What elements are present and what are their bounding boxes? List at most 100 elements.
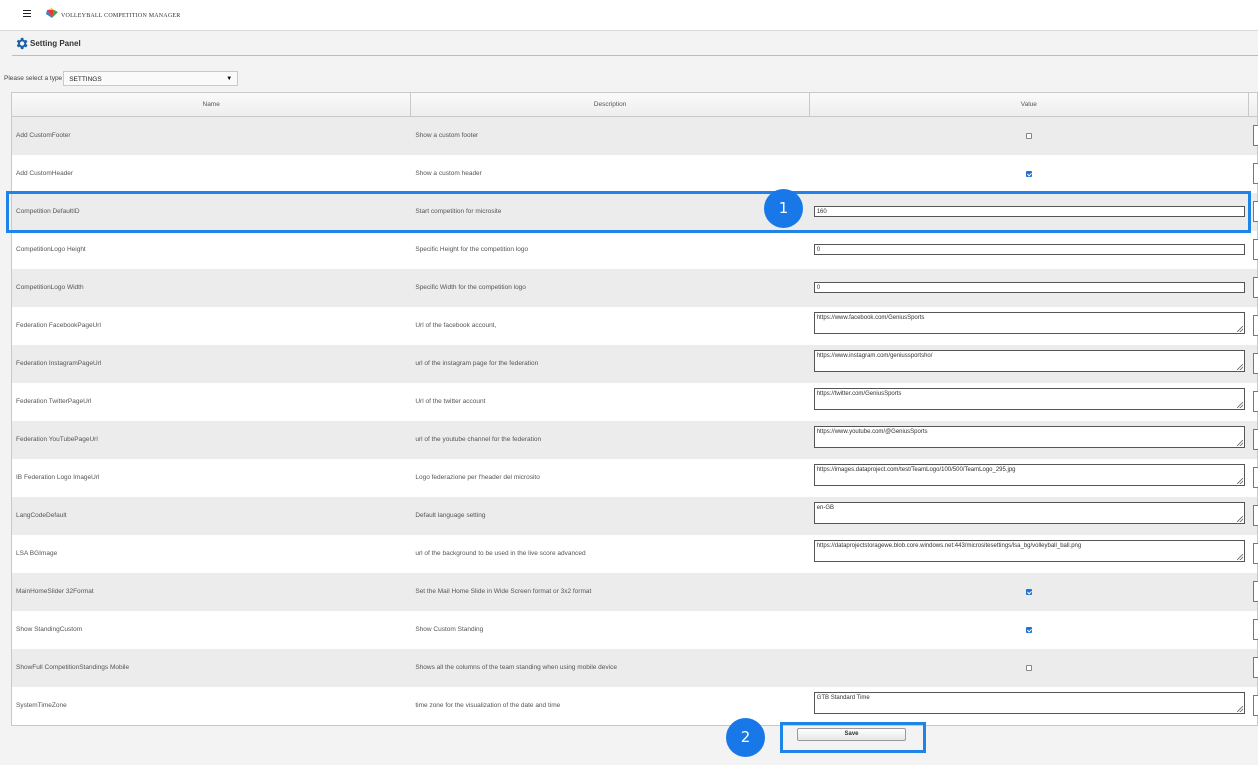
save-button[interactable]: Save — [797, 728, 906, 741]
row-action-button[interactable] — [1253, 429, 1258, 450]
setting-input[interactable]: 0 — [813, 244, 1245, 255]
row-action-button[interactable] — [1253, 315, 1258, 336]
resize-grip-icon[interactable] — [1236, 326, 1243, 332]
setting-name: Federation InstagramPageUrl — [16, 360, 102, 367]
column-header-name[interactable]: Name — [12, 93, 412, 116]
row-action-cell — [1249, 117, 1258, 155]
setting-value-cell: https://images.dataproject.com/test/Team… — [810, 459, 1249, 497]
setting-description: Set the Mail Home Slide in Wide Screen f… — [415, 588, 592, 595]
setting-textarea[interactable]: https://images.dataproject.com/test/Team… — [813, 464, 1245, 486]
table-row: Show StandingCustom Show Custom Standing — [12, 611, 1258, 649]
setting-textarea-value: GTB Standard Time — [816, 695, 870, 701]
setting-checkbox[interactable] — [1025, 627, 1032, 633]
setting-description: Url of the twitter account — [415, 398, 486, 405]
type-selector-row: Please select a type SETTINGS ▼ — [4, 71, 239, 86]
setting-textarea[interactable]: https://www.youtube.com/@GeniusSports — [813, 426, 1245, 448]
setting-textarea[interactable]: https://dataprojectstoragewe.blob.core.w… — [813, 540, 1245, 562]
setting-name: LSA BGImage — [16, 550, 58, 557]
setting-description: Shows all the columns of the team standi… — [415, 664, 617, 671]
setting-value-cell: https://www.facebook.com/GeniusSports — [810, 307, 1249, 345]
setting-textarea[interactable]: https://www.instagram.com/geniussportsho… — [813, 350, 1245, 372]
setting-textarea[interactable]: en-GB — [813, 502, 1245, 524]
setting-name: Add CustomFooter — [16, 132, 71, 139]
row-action-button[interactable] — [1253, 125, 1258, 146]
brand[interactable]: VOLLEYBALL COMPETITION MANAGER — [45, 8, 180, 20]
setting-description: url of the instagram page for the federa… — [415, 360, 539, 367]
row-action-button[interactable] — [1253, 657, 1258, 678]
volleyball-logo-icon — [46, 8, 58, 18]
setting-value-cell — [810, 611, 1249, 649]
hamburger-icon[interactable] — [23, 10, 31, 18]
setting-textarea[interactable]: https://twitter.com/GeniusSports — [813, 388, 1245, 410]
resize-grip-icon[interactable] — [1236, 478, 1243, 484]
setting-name: Federation TwitterPageUrl — [16, 398, 92, 405]
app-title: VOLLEYBALL COMPETITION MANAGER — [61, 13, 181, 19]
row-action-button[interactable] — [1253, 467, 1258, 488]
row-action-button[interactable] — [1253, 201, 1258, 222]
table-row: CompetitionLogo Height Specific Height fo… — [12, 231, 1258, 269]
gear-icon — [16, 37, 28, 50]
setting-name: CompetitionLogo Height — [16, 246, 86, 253]
row-action-button[interactable] — [1253, 391, 1258, 412]
setting-description: Logo federazione per l'header del micros… — [415, 474, 540, 481]
top-bar: VOLLEYBALL COMPETITION MANAGER — [0, 0, 1258, 31]
setting-textarea[interactable]: GTB Standard Time — [813, 692, 1245, 714]
setting-name: LangCodeDefault — [16, 512, 67, 519]
column-header-extra — [1249, 93, 1257, 116]
row-action-cell — [1249, 497, 1258, 535]
divider — [12, 55, 1258, 56]
setting-name: MainHomeSlider 32Format — [16, 588, 94, 595]
setting-input[interactable]: 0 — [813, 282, 1245, 293]
row-action-cell — [1249, 383, 1258, 421]
setting-value-cell: 0 — [810, 269, 1249, 307]
setting-description: url of the background to be used in the … — [415, 550, 586, 557]
row-action-cell — [1249, 573, 1258, 611]
row-action-button[interactable] — [1253, 353, 1258, 374]
row-action-button[interactable] — [1253, 239, 1258, 260]
row-action-cell — [1249, 421, 1258, 459]
setting-description: Show a custom footer — [415, 132, 479, 139]
row-action-cell — [1249, 307, 1258, 345]
setting-description: Show a custom header — [415, 170, 482, 177]
column-header-value[interactable]: Value — [810, 93, 1250, 116]
resize-grip-icon[interactable] — [1236, 554, 1243, 560]
setting-description: Show Custom Standing — [415, 626, 484, 633]
highlight-competition-defaultid — [6, 191, 1251, 233]
resize-grip-icon[interactable] — [1236, 706, 1243, 712]
setting-description: Specific Height for the competition logo — [415, 246, 529, 253]
setting-checkbox[interactable] — [1025, 589, 1032, 595]
callout-badge-1: 1 — [764, 189, 803, 228]
resize-grip-icon[interactable] — [1236, 364, 1243, 370]
setting-checkbox[interactable] — [1025, 133, 1032, 139]
table-row: Federation TwitterPageUrl Url of the twit… — [12, 383, 1258, 421]
setting-textarea-value: https://www.youtube.com/@GeniusSports — [816, 429, 928, 435]
table-row: Federation InstagramPageUrl url of the in… — [12, 345, 1258, 383]
resize-grip-icon[interactable] — [1236, 402, 1243, 408]
row-action-button[interactable] — [1253, 277, 1258, 298]
column-header-description[interactable]: Description — [411, 93, 810, 116]
setting-textarea-value: https://www.facebook.com/GeniusSports — [816, 315, 925, 321]
setting-name: Add CustomHeader — [16, 170, 74, 177]
row-action-button[interactable] — [1253, 543, 1258, 564]
setting-value-cell: https://twitter.com/GeniusSports — [810, 383, 1249, 421]
row-action-button[interactable] — [1253, 695, 1258, 716]
setting-value-cell — [810, 117, 1249, 155]
resize-grip-icon[interactable] — [1236, 516, 1243, 522]
setting-value-cell: 0 — [810, 231, 1249, 269]
type-select-value: SETTINGS — [69, 76, 102, 83]
setting-checkbox[interactable] — [1025, 665, 1032, 671]
setting-textarea[interactable]: https://www.facebook.com/GeniusSports — [813, 312, 1245, 334]
setting-value-cell: https://dataprojectstoragewe.blob.core.w… — [810, 535, 1249, 573]
setting-value-cell — [810, 573, 1249, 611]
row-action-button[interactable] — [1253, 619, 1258, 640]
page-title: Setting Panel — [30, 39, 81, 48]
row-action-button[interactable] — [1253, 163, 1258, 184]
type-select[interactable]: SETTINGS ▼ — [63, 71, 239, 86]
table-row: Add CustomFooter Show a custom footer — [12, 117, 1258, 155]
setting-checkbox[interactable] — [1025, 171, 1032, 177]
row-action-button[interactable] — [1253, 505, 1258, 526]
resize-grip-icon[interactable] — [1236, 440, 1243, 446]
row-action-button[interactable] — [1253, 581, 1258, 602]
table-row: Federation YouTubePageUrl url of the yout… — [12, 421, 1258, 459]
setting-textarea-value: https://www.instagram.com/geniussportsho… — [816, 353, 933, 359]
